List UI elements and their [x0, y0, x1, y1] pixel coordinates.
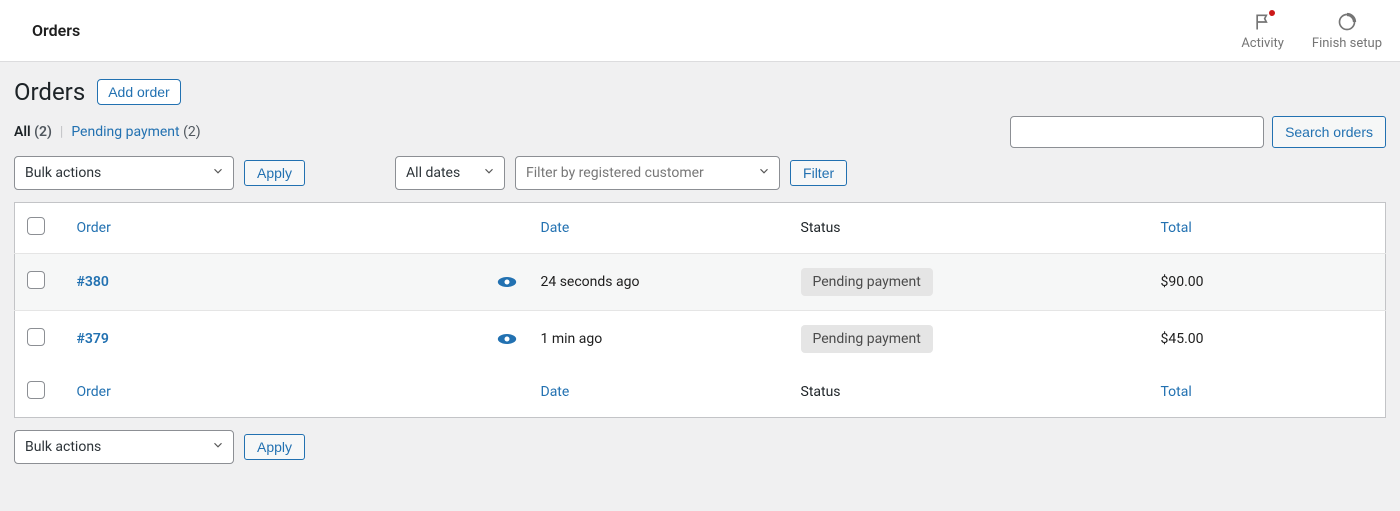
table-row: #380 24 seconds ago Pending payment $90.… [15, 254, 1386, 311]
row-checkbox[interactable] [27, 271, 45, 289]
search-group: Search orders [1010, 116, 1386, 148]
order-date: 24 seconds ago [529, 254, 789, 311]
date-filter-select[interactable]: All dates [395, 156, 505, 190]
bulk-actions-select[interactable]: Bulk actions [14, 156, 234, 190]
status-filter-tabs: All (2) | Pending payment (2) [14, 124, 201, 140]
header-date[interactable]: Date [529, 203, 789, 254]
search-input[interactable] [1010, 116, 1264, 148]
top-bar-title: Orders [18, 21, 80, 40]
order-total: $45.00 [1149, 311, 1386, 368]
chevron-down-icon [211, 438, 225, 456]
row-checkbox[interactable] [27, 328, 45, 346]
preview-icon[interactable] [497, 276, 517, 288]
chevron-down-icon [757, 164, 771, 182]
filter-button[interactable]: Filter [790, 160, 847, 186]
header-total[interactable]: Total [1149, 203, 1386, 254]
activity-button[interactable]: Activity [1241, 11, 1284, 51]
select-all-checkbox[interactable] [27, 217, 45, 235]
order-total: $90.00 [1149, 254, 1386, 311]
search-orders-button[interactable]: Search orders [1272, 116, 1386, 148]
flag-icon [1253, 11, 1273, 33]
footer-order[interactable]: Order [65, 367, 485, 418]
page-title: Orders [14, 78, 85, 106]
filter-all[interactable]: All (2) [14, 124, 52, 140]
preview-icon[interactable] [497, 333, 517, 345]
footer-status: Status [789, 367, 1149, 418]
finish-setup-button[interactable]: Finish setup [1312, 11, 1382, 51]
apply-bulk-button-bottom[interactable]: Apply [244, 434, 305, 460]
header-order[interactable]: Order [65, 203, 485, 254]
orders-table: Order Date Status Total #380 24 seconds … [14, 202, 1386, 418]
top-bar-actions: Activity Finish setup [1241, 11, 1382, 51]
customer-filter-select[interactable]: Filter by registered customer [515, 156, 780, 190]
footer-date[interactable]: Date [529, 367, 789, 418]
select-all-checkbox-footer[interactable] [27, 381, 45, 399]
status-badge: Pending payment [801, 268, 933, 296]
order-link[interactable]: #380 [77, 274, 109, 290]
chevron-down-icon [482, 164, 496, 182]
order-date: 1 min ago [529, 311, 789, 368]
header-status: Status [789, 203, 1149, 254]
order-link[interactable]: #379 [77, 331, 109, 347]
filter-pending[interactable]: Pending payment (2) [71, 124, 200, 140]
status-badge: Pending payment [801, 325, 933, 353]
chevron-down-icon [211, 164, 225, 182]
activity-label: Activity [1241, 36, 1284, 51]
add-order-button[interactable]: Add order [97, 79, 180, 105]
apply-bulk-button[interactable]: Apply [244, 160, 305, 186]
bottom-controls: Bulk actions Apply [14, 430, 1386, 464]
footer-total[interactable]: Total [1149, 367, 1386, 418]
table-row: #379 1 min ago Pending payment $45.00 [15, 311, 1386, 368]
top-controls: Bulk actions Apply All dates Filter by r… [14, 156, 1386, 190]
progress-circle-icon [1337, 11, 1357, 33]
finish-setup-label: Finish setup [1312, 36, 1382, 51]
page-heading-row: Orders Add order [14, 78, 1386, 106]
bulk-actions-select-bottom[interactable]: Bulk actions [14, 430, 234, 464]
top-bar: Orders Activity Finish setup [0, 0, 1400, 62]
